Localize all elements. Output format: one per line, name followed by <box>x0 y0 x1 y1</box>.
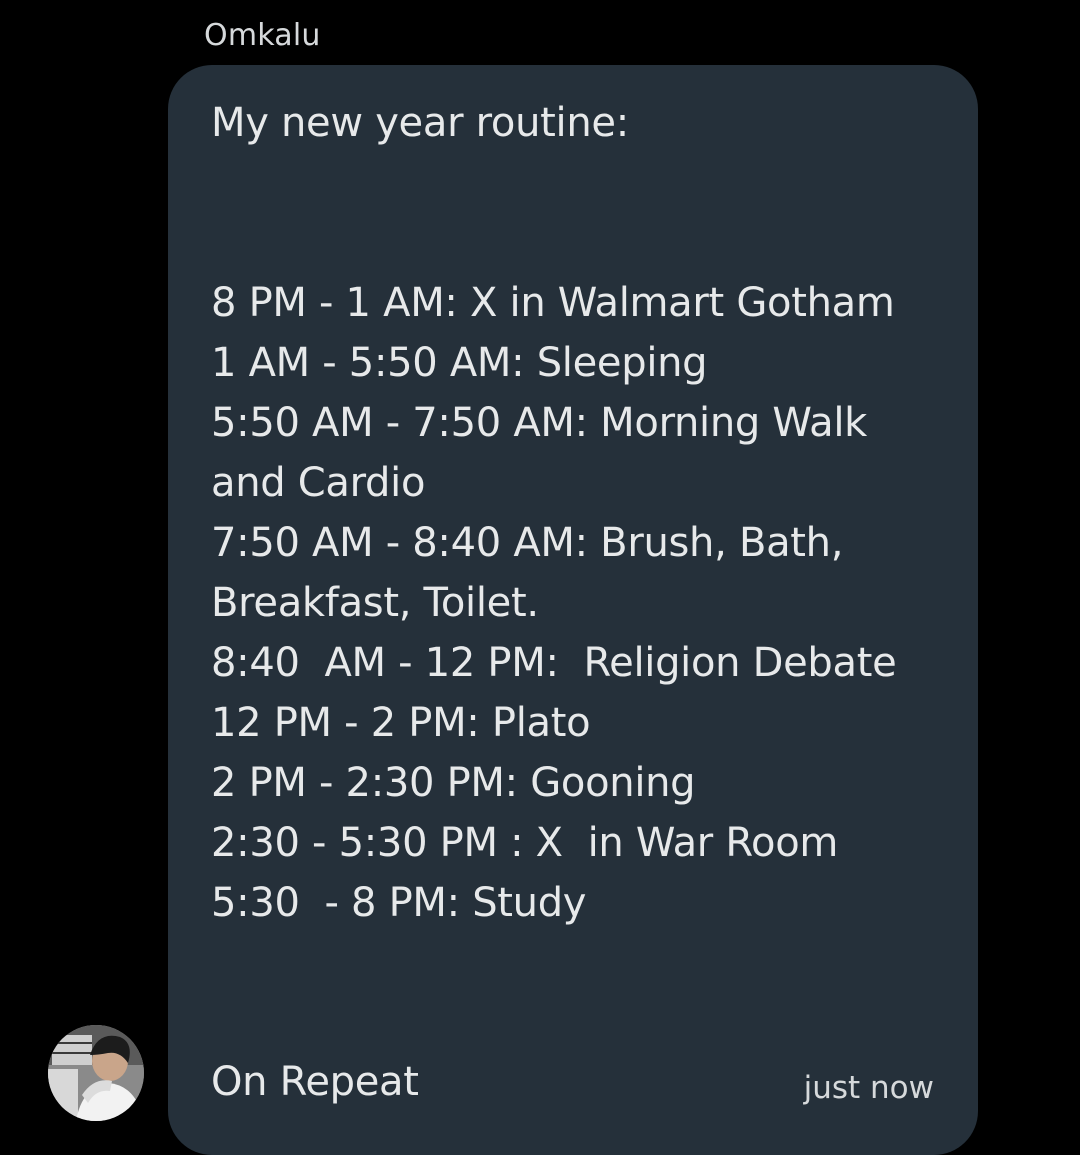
message-line: 5:50 AM - 7:50 AM: Morning Walk <box>211 400 868 446</box>
message-line: Breakfast, Toilet. <box>211 580 539 626</box>
message-timestamp: just now <box>803 1070 934 1106</box>
message-line: 5:30 - 8 PM: Study <box>211 880 587 926</box>
message-line: 2:30 - 5:30 PM : X in War Room <box>211 820 839 866</box>
message-line: 2 PM - 2:30 PM: Gooning <box>211 760 696 806</box>
message-line: and Cardio <box>211 460 426 506</box>
message-heading: My new year routine: <box>211 100 629 146</box>
sender-name: Omkalu <box>204 18 321 53</box>
message-footer: On Repeat <box>211 1059 419 1105</box>
message-line: 12 PM - 2 PM: Plato <box>211 700 591 746</box>
message-line: 8:40 AM - 12 PM: Religion Debate <box>211 640 897 686</box>
message-line: 1 AM - 5:50 AM: Sleeping <box>211 340 708 386</box>
message-line: 7:50 AM - 8:40 AM: Brush, Bath, <box>211 520 844 566</box>
message-line: 8 PM - 1 AM: X in Walmart Gotham <box>211 280 895 326</box>
avatar[interactable] <box>48 1025 144 1121</box>
message-bubble[interactable]: My new year routine: 8 PM - 1 AM: X in W… <box>168 65 978 1155</box>
user-photo-avatar-icon <box>48 1025 144 1121</box>
